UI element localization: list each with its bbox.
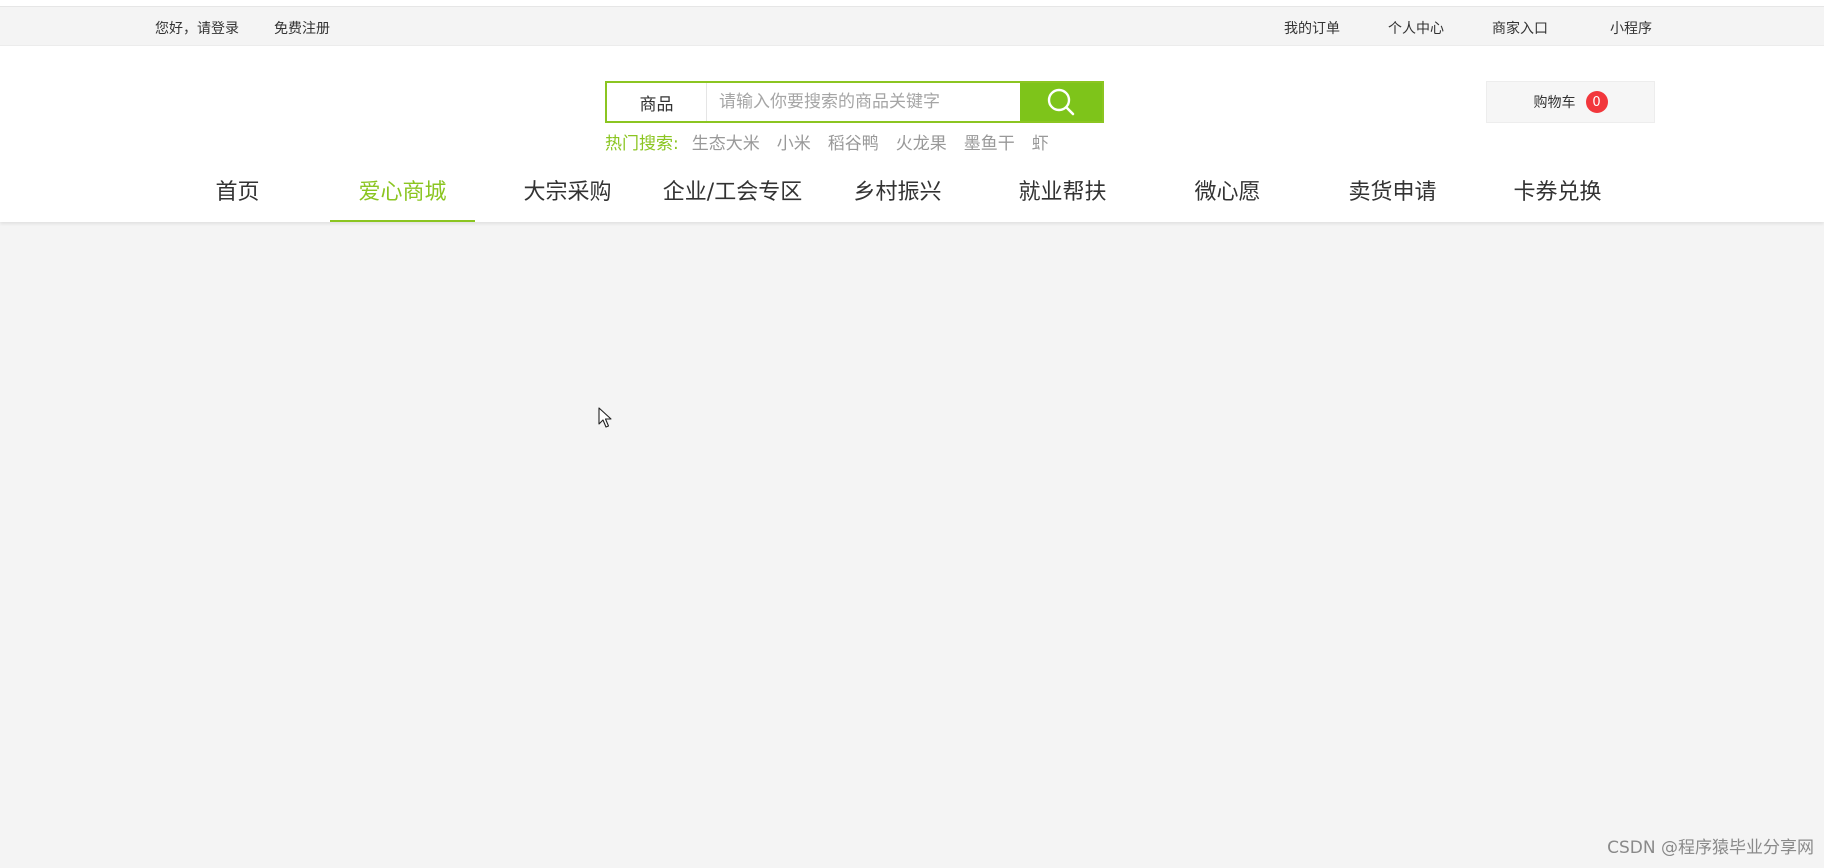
nav-item-enterprise-union[interactable]: 企业/工会专区 — [650, 157, 815, 222]
cart-label: 购物车 — [1533, 95, 1576, 111]
main-nav: 首页 爱心商城 大宗采购 企业/工会专区 乡村振兴 就业帮扶 微心愿 卖货申请 … — [155, 157, 1640, 222]
hot-search-term[interactable]: 小米 — [777, 129, 811, 154]
hot-search-term[interactable]: 虾 — [1032, 129, 1049, 154]
nav-item-rural-revitalization[interactable]: 乡村振兴 — [815, 157, 980, 222]
mini-program-link[interactable]: 小程序 — [1610, 18, 1652, 38]
hot-search-term[interactable]: 墨鱼干 — [964, 129, 1015, 154]
merchant-entry-link[interactable]: 商家入口 — [1492, 18, 1548, 38]
hot-search-term[interactable]: 生态大米 — [692, 129, 760, 154]
top-gap — [0, 0, 1824, 7]
cart-button[interactable]: 购物车 0 — [1486, 81, 1655, 123]
mouse-cursor-icon — [598, 407, 612, 428]
hot-search-term[interactable]: 火龙果 — [896, 129, 947, 154]
nav-item-bulk-purchase[interactable]: 大宗采购 — [485, 157, 650, 222]
hot-search-label: 热门搜索: — [605, 134, 679, 154]
search-icon — [1047, 88, 1075, 116]
login-link[interactable]: 您好，请登录 — [155, 18, 239, 38]
top-bar: 您好，请登录 免费注册 我的订单 个人中心 商家入口 小程序 — [0, 7, 1824, 46]
search-button[interactable] — [1020, 83, 1102, 121]
my-orders-link[interactable]: 我的订单 — [1284, 18, 1340, 38]
search-input[interactable] — [707, 83, 1020, 121]
search-box: 商品 — [605, 81, 1104, 123]
hot-search-term[interactable]: 稻谷鸭 — [828, 129, 879, 154]
cart-count-badge: 0 — [1585, 91, 1608, 113]
nav-item-charity-mall[interactable]: 爱心商城 — [320, 157, 485, 222]
search-type-select[interactable]: 商品 — [607, 83, 707, 121]
nav-item-micro-wish[interactable]: 微心愿 — [1145, 157, 1310, 222]
hot-search: 热门搜索: 生态大米 小米 稻谷鸭 火龙果 墨鱼干 虾 — [605, 129, 1049, 154]
nav-item-sell-application[interactable]: 卖货申请 — [1310, 157, 1475, 222]
personal-center-link[interactable]: 个人中心 — [1388, 18, 1444, 38]
nav-item-voucher-exchange[interactable]: 卡券兑换 — [1475, 157, 1640, 222]
nav-item-employment-support[interactable]: 就业帮扶 — [980, 157, 1145, 222]
register-link[interactable]: 免费注册 — [274, 18, 330, 38]
nav-item-home[interactable]: 首页 — [155, 157, 320, 222]
header: 商品 热门搜索: 生态大米 小米 稻谷鸭 火龙果 墨鱼干 虾 购物车 0 首页 … — [0, 46, 1824, 222]
watermark: CSDN @程序猿毕业分享网 — [1607, 838, 1814, 858]
